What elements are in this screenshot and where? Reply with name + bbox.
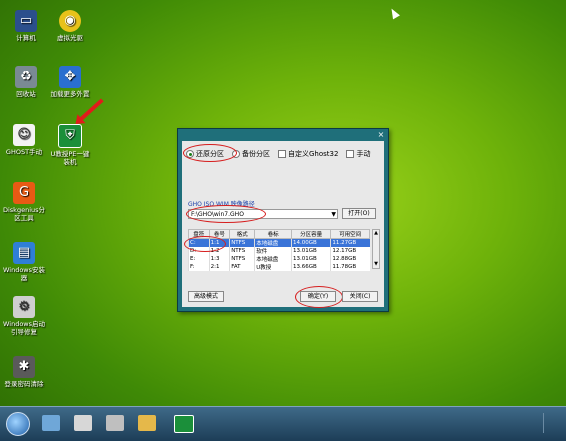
desktop-icon-label: 登录密码清除 (4, 380, 44, 388)
desktop-icon-label: 加载更多外置 (50, 90, 90, 98)
backup-label: 备份分区 (242, 150, 270, 158)
close-button[interactable]: 关闭(C) (342, 291, 378, 302)
cell-free: 11.27GB (330, 238, 370, 247)
dialog-panel: 还原分区 备份分区 自定义Ghost32 手动 GHO ISO WIM 映像路径… (182, 141, 384, 308)
cell-free: 11.78GB (330, 263, 370, 271)
desktop-icon-label: Windows安装器 (2, 266, 45, 282)
desktop-icon-label: Diskgenius分区工具 (2, 206, 46, 222)
highlight-ring (295, 286, 343, 308)
cell-format: NTFS (229, 255, 255, 263)
column-header[interactable]: 分区容量 (290, 229, 332, 239)
windows-installer-icon: ▤ (13, 242, 35, 264)
recycle-bin-icon: ♻ (15, 66, 37, 88)
manual-label: 手动 (356, 150, 371, 158)
mouse-cursor-icon (388, 6, 400, 20)
table-row[interactable]: F: 2:1 FAT U教授 13.66GB 11.78GB (188, 263, 370, 271)
checkbox-icon (278, 150, 286, 158)
password-icon: ✱ (13, 356, 35, 378)
desktop-icon-boot-repair[interactable]: ⚙ Windows启动引导修复 (2, 296, 46, 336)
desktop-icon-label: GHOST手动 (5, 148, 43, 156)
desktop-icon-windows-installer[interactable]: ▤ Windows安装器 (2, 242, 46, 282)
desktop-icon-password[interactable]: ✱ 登录密码清除 (2, 356, 46, 388)
desktop-icon-label: U教授PE一键装机 (50, 150, 90, 166)
desktop-icon-label: 虚拟光驱 (57, 34, 83, 42)
red-arrow-annotation (78, 98, 104, 122)
cell-format: NTFS (229, 238, 255, 247)
backup-option[interactable]: 备份分区 (232, 149, 270, 159)
close-icon[interactable]: × (376, 130, 386, 139)
cell-format: NTFS (229, 247, 255, 255)
highlight-ring (183, 144, 237, 162)
table-scrollbar[interactable]: ▲ ▼ (372, 229, 380, 269)
taskbar (0, 406, 566, 441)
computer-icon: ▭ (15, 10, 37, 32)
cell-label: 本地磁盘 (254, 255, 292, 263)
desktop-icon-installer[interactable]: ⛨ U教授PE一键装机 (48, 124, 92, 166)
column-header[interactable]: 可用空间 (330, 229, 370, 239)
custom-option[interactable]: 自定义Ghost32 (278, 149, 338, 159)
ghost-icon: ☺ (13, 124, 35, 146)
highlight-ring (184, 236, 226, 252)
scroll-up-icon[interactable]: ▲ (373, 230, 379, 237)
cell-label: 软件 (254, 247, 292, 255)
desktop-icon-label: 回收站 (16, 90, 36, 98)
cell-volume: 1:3 (208, 255, 230, 263)
installer-icon[interactable] (174, 415, 194, 433)
boot-repair-icon: ⚙ (13, 296, 35, 318)
desktop-icon-computer[interactable]: ▭ 计算机 (4, 10, 48, 42)
ghost-installer-dialog: × 还原分区 备份分区 自定义Ghost32 手动 GHO ISO WIM 映像… (177, 128, 389, 312)
desktop-icon-ghost[interactable]: ☺ GHOST手动 (2, 124, 46, 156)
start-button[interactable] (6, 412, 30, 436)
cell-free: 12.88GB (330, 255, 370, 263)
custom-label: 自定义Ghost32 (288, 150, 339, 158)
desktop-icon-diskgenius[interactable]: G Diskgenius分区工具 (2, 182, 46, 222)
column-header[interactable]: 卷标 (254, 229, 292, 239)
disc-icon: ◉ (59, 10, 81, 32)
chevron-down-icon: ▼ (331, 211, 336, 218)
cell-size: 13.66GB (290, 263, 331, 271)
advanced-mode-button[interactable]: 高级模式 (188, 291, 224, 302)
highlight-ring (186, 205, 266, 223)
network-icon[interactable] (138, 415, 156, 431)
cell-format: FAT (229, 263, 255, 271)
column-header[interactable]: 格式 (229, 229, 256, 239)
desktop-icon[interactable] (42, 415, 60, 431)
cell-label: U教授 (254, 263, 292, 271)
drive-icon[interactable] (106, 415, 124, 431)
system-tray[interactable] (543, 413, 558, 433)
desktop-icon-label: Windows启动引导修复 (2, 320, 45, 336)
cell-size: 13.01GB (290, 247, 331, 255)
cell-label: 本地磁盘 (254, 238, 292, 247)
expand-icon: ✥ (59, 66, 81, 88)
desktop-icon-virtual-drive[interactable]: ◉ 虚拟光驱 (48, 10, 92, 42)
cell-size: 13.01GB (290, 255, 331, 263)
cell-drive: E: (188, 255, 210, 263)
cell-drive: F: (188, 263, 210, 271)
tools-icon[interactable] (74, 415, 92, 431)
table-row[interactable]: E: 1:3 NTFS 本地磁盘 13.01GB 12.88GB (188, 255, 370, 263)
open-button[interactable]: 打开(O) (342, 208, 376, 219)
manual-option[interactable]: 手动 (346, 149, 370, 159)
diskgenius-icon: G (13, 182, 35, 204)
cell-volume: 2:1 (208, 263, 230, 271)
cell-size: 14.00GB (290, 238, 331, 247)
cell-free: 12.17GB (330, 247, 370, 255)
scroll-down-icon[interactable]: ▼ (373, 261, 379, 268)
desktop-icon-recycle-bin[interactable]: ♻ 回收站 (4, 66, 48, 98)
checkbox-icon (346, 150, 355, 158)
desktop-icon-label: 计算机 (16, 34, 36, 42)
desktop-icon-expand[interactable]: ✥ 加载更多外置 (48, 66, 92, 98)
